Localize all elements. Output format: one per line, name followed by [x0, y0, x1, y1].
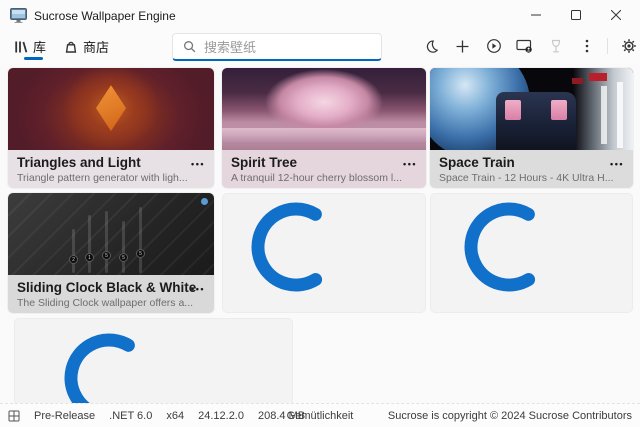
wallpaper-card-spirit-tree[interactable]: Spirit Tree A tranquil 12-hour cherry bl…	[222, 68, 426, 188]
architecture: x64	[166, 410, 184, 422]
card-description: The Sliding Clock wallpaper offers a...	[17, 296, 205, 310]
card-title: Sliding Clock Black & White	[17, 279, 205, 296]
wallpaper-preview	[222, 68, 426, 150]
release-channel: Pre-Release	[34, 410, 95, 422]
moon-icon	[424, 39, 439, 54]
search-input[interactable]: 搜索壁纸	[172, 33, 382, 61]
toolbar-actions	[421, 35, 639, 57]
tab-store[interactable]: 商店	[64, 37, 109, 56]
card-menu-button[interactable]: •••	[403, 159, 417, 169]
minimize-button[interactable]	[516, 0, 556, 30]
copyright-text: Sucrose is copyright © 2024 Sucrose Cont…	[388, 410, 632, 422]
play-circle-icon	[486, 38, 502, 54]
card-menu-button[interactable]: •••	[191, 159, 205, 169]
maximize-button[interactable]	[556, 0, 596, 30]
wallpaper-grid: Triangles and Light Triangle pattern gen…	[0, 64, 640, 403]
card-title: Space Train	[439, 154, 624, 171]
close-button[interactable]	[596, 0, 636, 30]
tab-store-label: 商店	[83, 37, 109, 56]
library-icon	[14, 40, 28, 54]
add-wallpaper-button[interactable]	[452, 35, 473, 57]
wallpaper-card-sliding-clock[interactable]: 2 1 5 5 5 Sliding Clock Black & White Th…	[8, 193, 214, 313]
loading-card	[14, 318, 293, 403]
loading-spinner-icon	[246, 197, 346, 297]
card-description: Triangle pattern generator with ligh...	[17, 171, 205, 185]
status-bar: Pre-Release .NET 6.0 x64 24.12.2.0 208.4…	[0, 403, 640, 427]
moon-theme-button[interactable]	[421, 35, 442, 57]
update-indicator-dot	[201, 198, 208, 205]
loading-spinner-icon	[459, 197, 559, 297]
wallpaper-preview	[8, 68, 214, 150]
title-bar: Sucrose Wallpaper Engine	[0, 0, 640, 30]
tab-library[interactable]: 库	[14, 37, 46, 56]
app-version: 24.12.2.0	[198, 410, 244, 422]
loading-card	[430, 193, 633, 313]
card-title: Spirit Tree	[231, 154, 417, 171]
status-center-text: Gemütlichkeit	[287, 410, 354, 422]
wallpaper-preview: 2 1 5 5 5	[8, 193, 214, 275]
more-options-button[interactable]	[576, 35, 597, 57]
search-placeholder: 搜索壁纸	[204, 37, 256, 56]
window-title: Sucrose Wallpaper Engine	[34, 9, 176, 23]
wine-glass-icon	[549, 39, 563, 54]
screen-share-icon	[516, 39, 533, 54]
app-window: Sucrose Wallpaper Engine 库	[0, 0, 640, 427]
active-tab-indicator	[24, 57, 43, 60]
settings-gear-icon	[621, 38, 637, 54]
dotnet-version: .NET 6.0	[109, 410, 152, 422]
screen-select-button[interactable]	[514, 35, 535, 57]
wallpaper-card-space-train[interactable]: Space Train Space Train - 12 Hours - 4K …	[430, 68, 633, 188]
card-description: Space Train - 12 Hours - 4K Ultra H...	[439, 171, 624, 185]
settings-button[interactable]	[618, 35, 639, 57]
toolbar-divider	[607, 38, 608, 54]
card-description: A tranquil 12-hour cherry blossom l...	[231, 171, 417, 185]
card-menu-button[interactable]: •••	[191, 284, 205, 294]
app-logo-icon	[10, 8, 27, 23]
add-icon	[456, 40, 469, 53]
card-menu-button[interactable]: •••	[610, 159, 624, 169]
toolbar: 库 商店 搜索壁纸	[0, 30, 640, 64]
build-info-icon	[8, 410, 20, 422]
kebab-menu-icon	[585, 39, 589, 53]
wallpaper-preview	[430, 68, 633, 150]
card-title: Triangles and Light	[17, 154, 205, 171]
store-icon	[64, 40, 78, 54]
search-icon	[183, 40, 196, 53]
donate-button[interactable]	[545, 35, 566, 57]
wallpaper-card-triangles-and-light[interactable]: Triangles and Light Triangle pattern gen…	[8, 68, 214, 188]
loading-card	[222, 193, 426, 313]
play-wallpaper-button[interactable]	[483, 35, 504, 57]
loading-spinner-icon	[59, 328, 159, 403]
tab-library-label: 库	[33, 37, 46, 56]
